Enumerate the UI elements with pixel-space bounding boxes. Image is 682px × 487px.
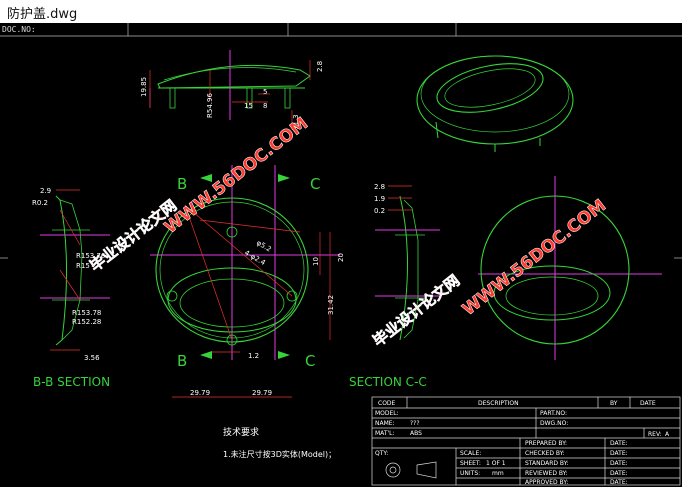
dim-label: 8 <box>263 102 267 110</box>
section-marker-c: C <box>310 175 320 193</box>
section-bb-caption: B-B SECTION <box>33 375 110 389</box>
tb-date-label: DATE: <box>610 470 628 477</box>
tb-date: DATE <box>640 400 656 407</box>
notes-heading: 技术要求 <box>223 426 259 438</box>
tb-date-label: DATE: <box>610 460 628 467</box>
watermark-cn: 毕业设计论文网 <box>86 196 180 275</box>
dim-label: 29.79 <box>190 389 210 397</box>
tb-model-label: MODEL: <box>375 410 399 417</box>
tb-name-label: NAME: <box>375 420 395 427</box>
dim-label: 19.85 <box>140 77 148 97</box>
dim-label: R152.28 <box>72 318 101 326</box>
tb-partno-label: PART.NO: <box>540 410 567 417</box>
dim-label: 2.8 <box>316 61 324 72</box>
dim-label: R0.2 <box>32 199 48 207</box>
tb-prepared-label: PREPARED BY: <box>525 440 567 447</box>
main-plan-view: φ5.2 4-φ2.4 10 20 31.42 1.2 29.79 29.79 … <box>150 165 345 398</box>
dim-label: 10 <box>312 257 320 266</box>
dim-label: R153.78 <box>72 309 101 317</box>
isometric-view <box>416 55 574 152</box>
dim-label: 15 <box>244 102 253 110</box>
dim-label: 20 <box>337 253 345 262</box>
notes-line: 1.未注尺寸按3D实体(Model)； <box>223 449 336 459</box>
dim-label: 1.2 <box>248 352 259 360</box>
dim-label: φ5.2 <box>255 239 273 254</box>
section-marker-b: B <box>177 175 187 193</box>
section-cc-caption: SECTION C-C <box>349 375 427 389</box>
cad-drawing: 19.85 R54.96 15 5 8 11.3 2.8 φ5.2 4-φ2.4… <box>0 23 682 486</box>
tb-description: DESCRIPTION <box>478 400 519 407</box>
tb-date-label: DATE: <box>610 479 628 486</box>
dim-label: R54.96 <box>206 93 214 118</box>
dim-label: 3.56 <box>84 354 100 362</box>
dim-label: 2.8 <box>374 183 385 191</box>
section-cc-view: 2.8 1.9 0.2 SECTION C-C <box>349 183 440 389</box>
tb-matl-value: ABS <box>410 430 422 437</box>
dim-label: 2.9 <box>40 187 51 195</box>
section-marker-b: B <box>177 352 187 370</box>
tb-by: BY <box>610 400 618 407</box>
tb-checked-label: CHECKED BY: <box>525 450 565 457</box>
tb-reviewed-label: REVIEWED BY: <box>525 470 568 477</box>
tb-units-label: UNITS: <box>460 470 480 477</box>
tb-date-label: DATE: <box>610 450 628 457</box>
tb-qty-label: QTY: <box>375 450 388 457</box>
tb-name-value: ??? <box>410 420 420 427</box>
watermark-site: WWW.56DOC.COM <box>459 196 610 320</box>
section-marker-c: C <box>305 352 315 370</box>
dim-label: 29.79 <box>252 389 272 397</box>
tb-code: CODE <box>378 400 396 407</box>
dim-label: 1.9 <box>374 195 385 203</box>
section-bb-view: 2.9 R0.2 R153.76 R15 R153.78 R152.28 3.5… <box>32 187 110 389</box>
dim-label: 31.42 <box>327 295 335 315</box>
tb-rev-label: REV: <box>648 431 662 438</box>
tb-date-label: DATE: <box>610 440 628 447</box>
tb-units-value: mm <box>492 470 504 477</box>
watermarks: WWW.56DOC.COM 毕业设计论文网 WWW.56DOC.COM 毕业设计… <box>86 113 610 350</box>
tb-rev-value: A <box>665 431 670 438</box>
tb-dwgno-label: DWG.NO: <box>540 420 568 427</box>
tb-approved-label: APPROVED BY: <box>525 479 568 486</box>
dim-label: 0.2 <box>374 207 385 215</box>
dim-label: 5 <box>263 88 267 96</box>
tb-sheet-label: SHEET: <box>460 460 481 467</box>
title-block-text: CODE DESCRIPTION BY DATE MODEL: PART.NO:… <box>375 400 670 486</box>
tb-standard-label: STANDARD BY: <box>525 460 569 467</box>
tb-sheet-value: 1 OF 1 <box>486 460 506 467</box>
tb-scale-label: SCALE: <box>460 450 481 457</box>
tb-matl-label: MAT'L: <box>375 430 395 437</box>
watermark-cn: 毕业设计论文网 <box>369 271 463 350</box>
